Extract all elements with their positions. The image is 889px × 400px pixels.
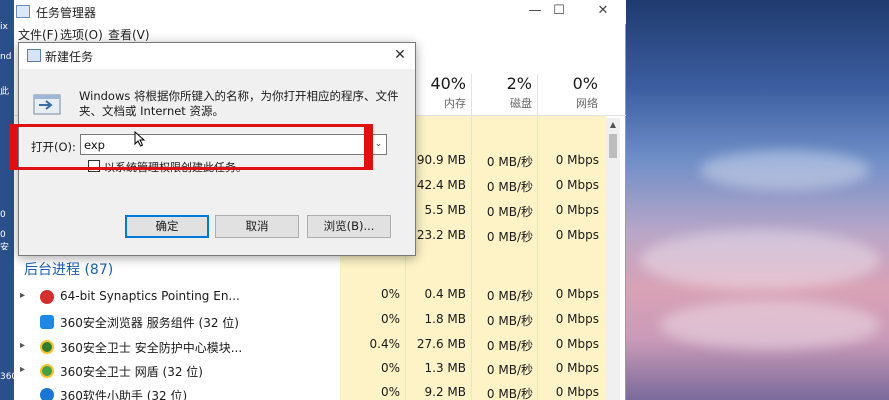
cpu-cell: 0% (380, 287, 400, 301)
disk-cell: 0 MB/秒 (486, 387, 533, 400)
network-cell: 0 Mbps (555, 337, 599, 351)
expand-chevron-icon[interactable]: ▸ (20, 290, 25, 301)
menu-bar: 文件(F) 选项(O) 查看(V) (14, 24, 626, 42)
process-name: 64-bit Synaptics Pointing En... (60, 289, 240, 303)
disk-cell: 0 MB/秒 (486, 180, 533, 194)
menu-file[interactable]: 文件(F) (18, 26, 58, 43)
360-guard-icon (40, 340, 54, 354)
process-name: 360安全浏览器 服务组件 (32 位) (60, 316, 239, 330)
close-button[interactable]: ✕ (580, 0, 626, 24)
menu-view[interactable]: 查看(V) (108, 26, 150, 43)
expand-chevron-icon[interactable]: ▸ (20, 340, 25, 351)
network-cell: 0 Mbps (555, 385, 599, 399)
memory-cell: 27.6 MB (416, 337, 466, 351)
dialog-title: 新建任务 (45, 50, 94, 64)
disk-cell: 0 MB/秒 (486, 205, 533, 219)
network-cell: 0 Mbps (555, 312, 599, 326)
synaptics-icon (40, 290, 54, 304)
dialog-close-button[interactable]: ✕ (389, 45, 411, 67)
dialog-window-icon (27, 49, 41, 62)
column-header-network[interactable]: 0% 网络 (538, 74, 598, 111)
scroll-thumb[interactable] (609, 134, 617, 158)
disk-cell: 0 MB/秒 (486, 339, 533, 353)
table-row[interactable]: ▸ 64-bit Synaptics Pointing En... (14, 286, 340, 310)
network-percent: 0% (572, 74, 598, 93)
table-row[interactable]: ▸ 360安全卫士 网盾 (32 位) (14, 360, 340, 384)
highlight-annotation (9, 124, 373, 170)
expand-chevron-icon[interactable]: ▸ (20, 364, 25, 375)
disk-percent: 2% (506, 74, 532, 93)
360-helper-icon (40, 388, 54, 400)
desktop-icon[interactable]: ix (0, 22, 14, 42)
memory-cell: 0.4 MB (424, 287, 466, 301)
mouse-cursor-icon (134, 131, 146, 147)
highlight-annotation-bar (364, 124, 373, 170)
scroll-up-arrow-icon[interactable]: ▲ (606, 118, 620, 132)
background-processes-heading[interactable]: 后台进程 (87) (24, 259, 113, 279)
cloud (700, 150, 870, 190)
disk-cell: 0 MB/秒 (486, 314, 533, 328)
network-cell: 0 Mbps (555, 361, 599, 375)
ok-button[interactable]: 确定 (125, 215, 209, 238)
cloud (640, 230, 880, 290)
cpu-cell: 0% (380, 385, 400, 399)
highlight-annotation-bar (9, 124, 18, 170)
memory-cell: 1.8 MB (424, 312, 466, 326)
run-program-icon (33, 94, 61, 115)
window-title: 任务管理器 (36, 6, 97, 20)
browse-button[interactable]: 浏览(B)... (307, 215, 391, 238)
dialog-titlebar[interactable]: 新建任务 ✕ (19, 43, 415, 69)
cloud (660, 300, 880, 350)
process-name: 360软件小助手 (32 位) (60, 389, 188, 400)
process-name: 360安全卫士 安全防护中心模块... (60, 341, 243, 355)
network-cell: 0 Mbps (555, 287, 599, 301)
maximize-button[interactable]: ☐ (536, 0, 582, 24)
cpu-cell: 0% (380, 361, 400, 375)
chevron-down-icon[interactable]: ⌄ (371, 135, 386, 154)
network-cell: 0 Mbps (555, 178, 599, 192)
menu-options[interactable]: 选项(O) (60, 26, 103, 43)
table-row[interactable]: 360安全浏览器 服务组件 (32 位) (14, 311, 340, 335)
memory-cell: 1.3 MB (424, 361, 466, 375)
disk-cell: 0 MB/秒 (486, 230, 533, 244)
task-manager-titlebar[interactable]: 任务管理器 — ☐ ✕ (14, 0, 626, 24)
desktop-icon[interactable]: nd (0, 52, 14, 72)
disk-cell: 0 MB/秒 (486, 289, 533, 303)
task-manager-icon (16, 5, 30, 18)
table-row[interactable]: ▸ 360安全卫士 安全防护中心模块... (14, 336, 340, 360)
column-header-disk[interactable]: 2% 磁盘 (472, 74, 532, 111)
network-cell: 0 Mbps (555, 153, 599, 167)
network-cell: 0 Mbps (555, 228, 599, 242)
disk-label: 磁盘 (510, 97, 532, 110)
memory-cell: 9.2 MB (424, 385, 466, 399)
desktop-icon[interactable]: 此 (0, 84, 14, 104)
desktop-icon[interactable]: 360 (0, 372, 14, 392)
table-row[interactable]: 360软件小助手 (32 位) (14, 384, 340, 400)
vertical-scrollbar[interactable]: ▲ (606, 118, 620, 400)
cancel-button[interactable]: 取消 (215, 215, 299, 238)
process-name: 360安全卫士 网盾 (32 位) (60, 365, 203, 379)
dialog-description: Windows 将根据你所键入的名称，为你打开相应的程序、文件夹、文档或 Int… (79, 89, 399, 118)
360-shield-icon (40, 364, 54, 378)
network-cell: 0 Mbps (555, 203, 599, 217)
cpu-cell: 0% (380, 312, 400, 326)
desktop-icons-strip: ix nd 此 0 0安 360 (0, 0, 14, 400)
network-label: 网络 (576, 97, 598, 110)
disk-cell: 0 MB/秒 (486, 155, 533, 169)
cpu-cell: 0.4% (369, 337, 401, 351)
360-browser-icon (40, 315, 54, 329)
disk-cell: 0 MB/秒 (486, 363, 533, 377)
desktop-icon[interactable]: 0安 (0, 230, 14, 250)
desktop-icon[interactable]: 0 (0, 210, 14, 230)
